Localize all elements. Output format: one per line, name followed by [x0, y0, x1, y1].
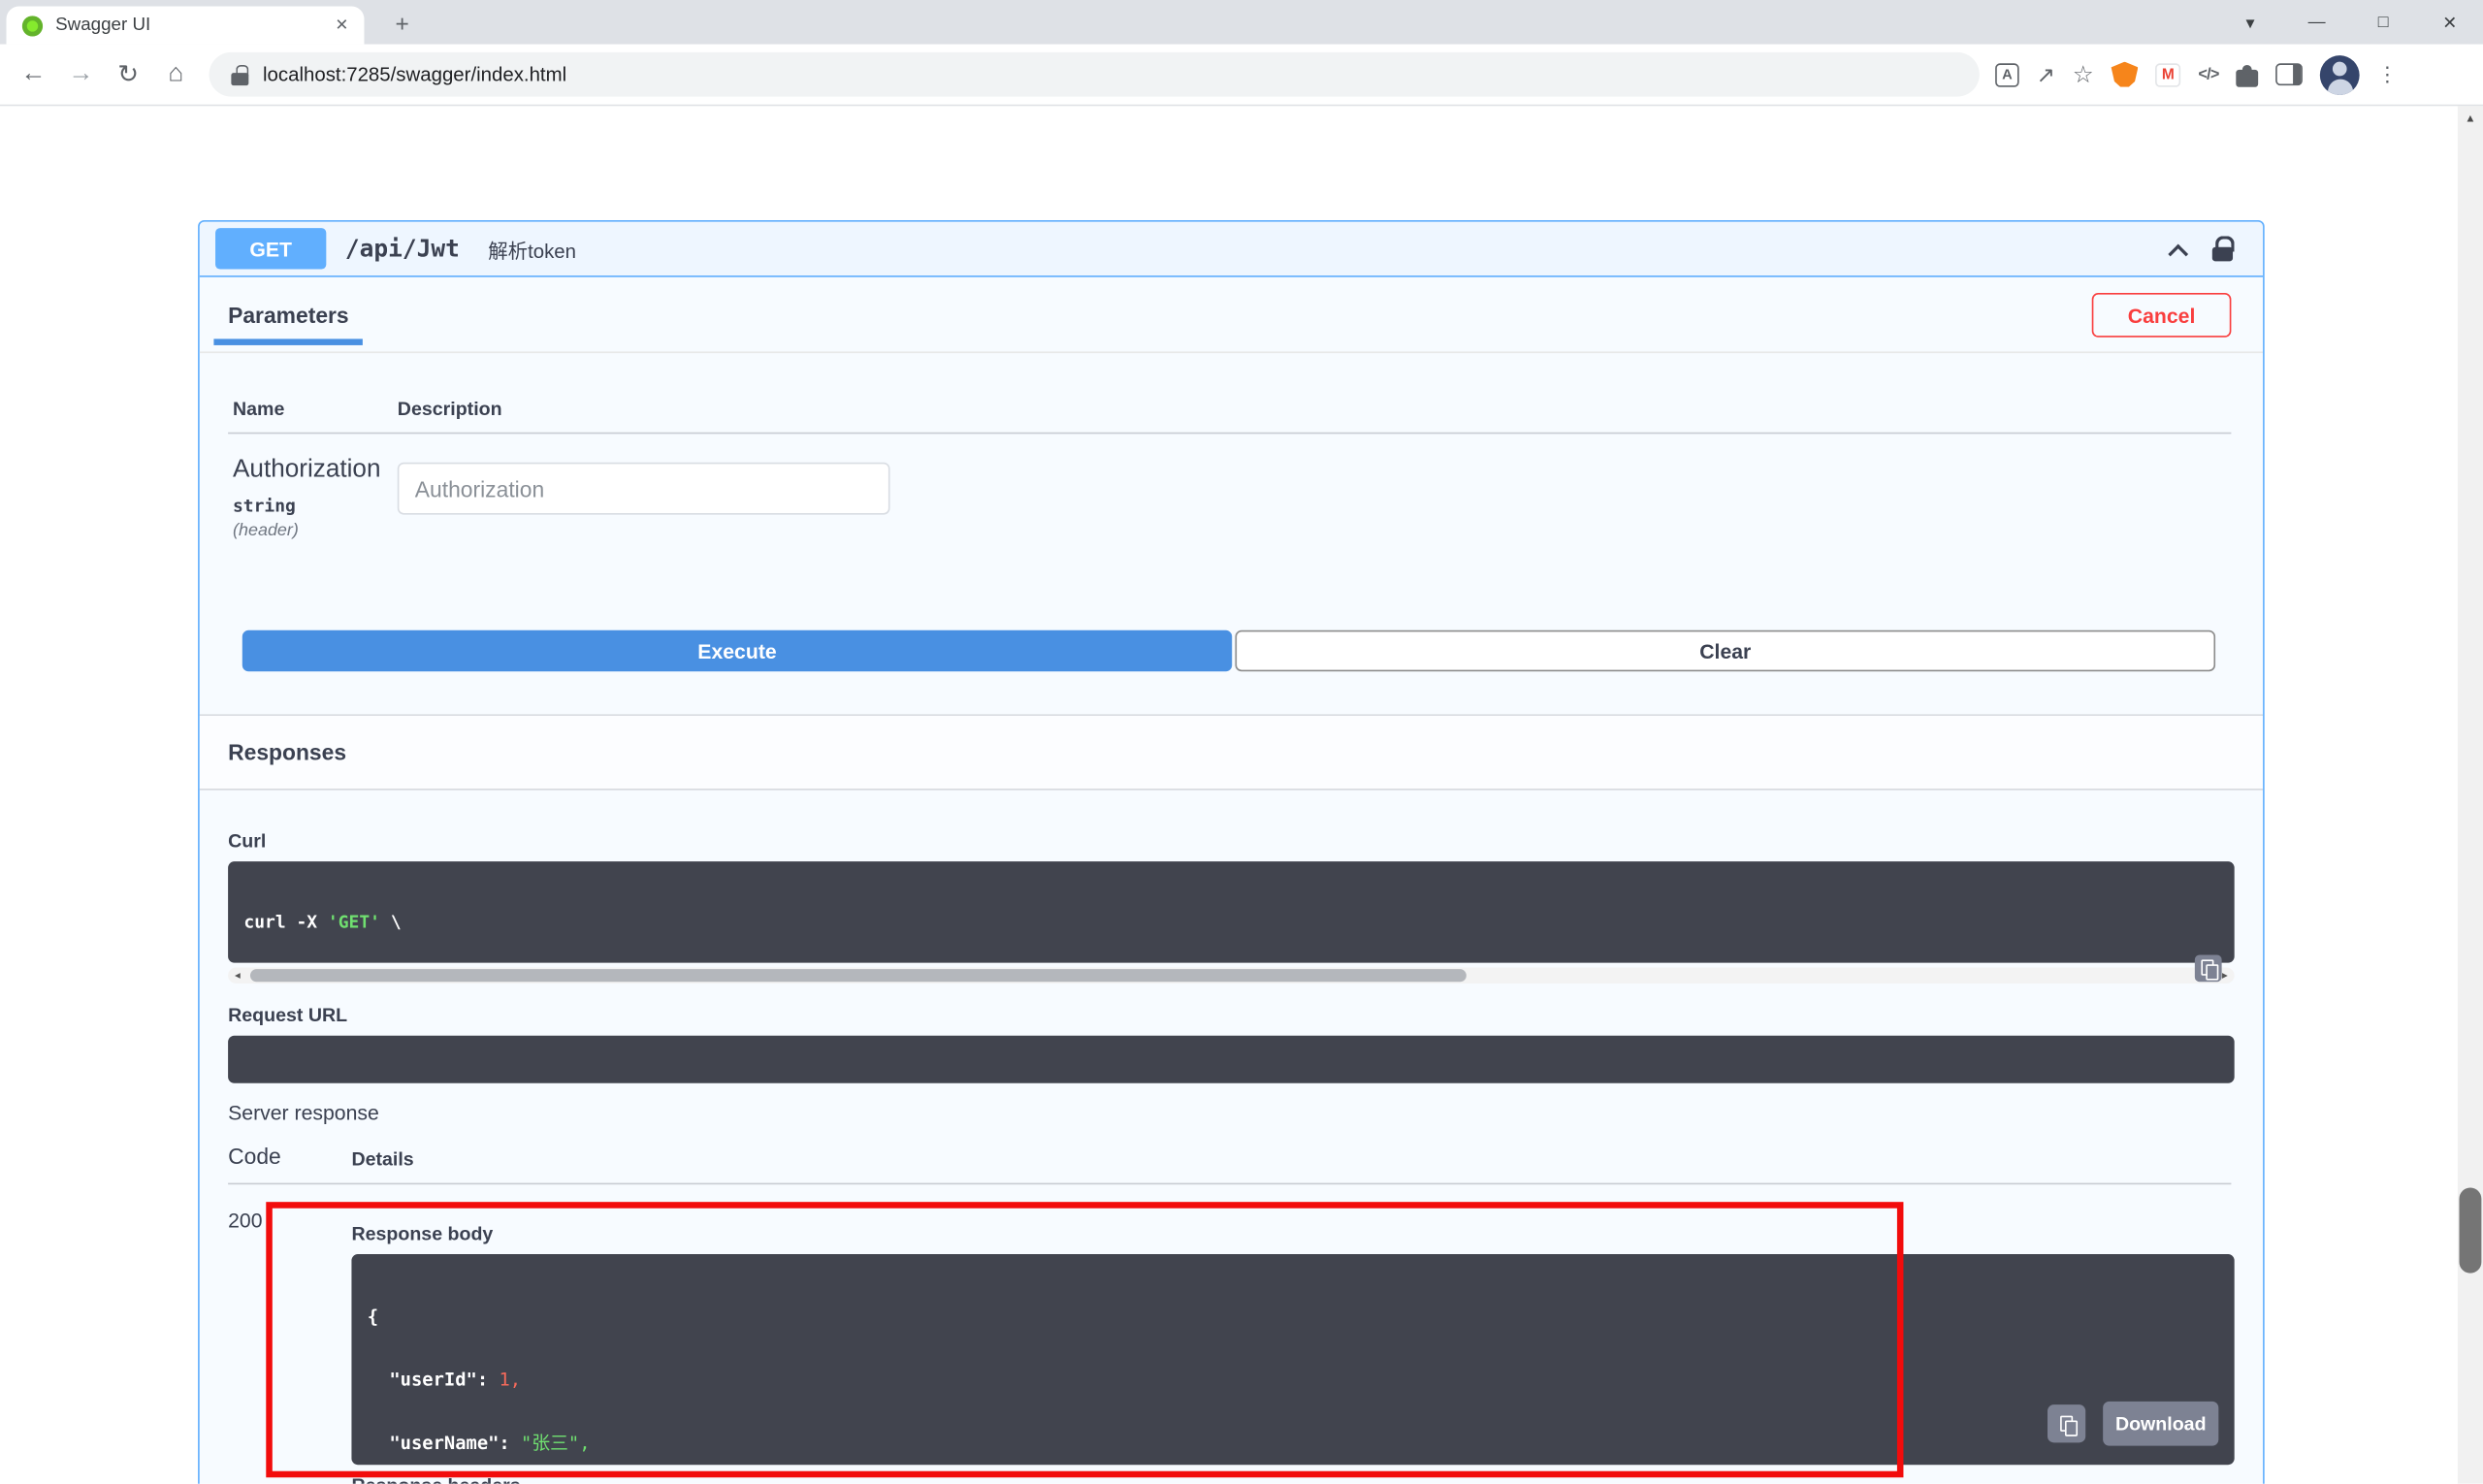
- scroll-left-icon[interactable]: ◂: [230, 968, 245, 984]
- divider: [199, 351, 2264, 354]
- request-url-label: Request URL: [228, 1004, 348, 1026]
- swagger-page: GET /api/Jwt 解析token Parameters Cancel N…: [0, 106, 2483, 1484]
- status-code: 200: [228, 1208, 263, 1233]
- endpoint-path: /api/Jwt: [344, 234, 460, 264]
- column-header-description: Description: [397, 397, 502, 420]
- tab-title: Swagger UI: [55, 16, 151, 35]
- responses-title: Responses: [228, 739, 347, 765]
- tab-strip: Swagger UI ✕ + ▾ — □ ✕: [0, 0, 2483, 45]
- page-vertical-scrollbar[interactable]: ▲: [2457, 106, 2483, 1484]
- url-text[interactable]: localhost:7285/swagger/index.html: [263, 63, 566, 85]
- responses-section-header: Responses: [199, 714, 2264, 790]
- scroll-up-icon[interactable]: ▲: [2458, 110, 2483, 129]
- opblock-get-api-jwt: GET /api/Jwt 解析token Parameters Cancel N…: [198, 219, 2265, 1484]
- new-tab-button[interactable]: +: [383, 8, 421, 40]
- minimize-icon[interactable]: —: [2283, 0, 2350, 45]
- copy-curl-button[interactable]: [2194, 954, 2222, 983]
- browser-menu-icon[interactable]: ⋮: [2377, 62, 2398, 87]
- code-extension-icon[interactable]: </>: [2198, 66, 2219, 83]
- metamask-icon[interactable]: [2111, 61, 2139, 87]
- copy-icon: [2201, 959, 2219, 981]
- download-button[interactable]: Download: [2103, 1401, 2219, 1446]
- divider: [228, 432, 2232, 435]
- translate-icon[interactable]: A: [1995, 62, 2019, 86]
- swagger-favicon-icon: [21, 15, 44, 36]
- share-icon[interactable]: ↗: [2037, 61, 2055, 88]
- toolbar-extensions: A ↗ ☆ M </> ⋮: [1995, 54, 2398, 95]
- curl-horizontal-scrollbar[interactable]: ◂ ▸: [228, 967, 2235, 984]
- maximize-icon[interactable]: □: [2350, 0, 2417, 45]
- curl-code-block: curl -X 'GET' \ 'https://localhost:7285/…: [228, 861, 2235, 963]
- forward-icon[interactable]: →: [57, 50, 105, 98]
- param-location: (header): [232, 521, 299, 540]
- copy-icon: [2059, 1414, 2078, 1436]
- screenshot-root: Swagger UI ✕ + ▾ — □ ✕ ← → ↻ ⌂ localhost…: [0, 0, 2483, 1484]
- response-body-label: Response body: [351, 1222, 494, 1245]
- details-column-header: Details: [351, 1147, 414, 1171]
- window-controls: ▾ — □ ✕: [2217, 0, 2483, 45]
- opblock-summary[interactable]: GET /api/Jwt 解析token: [199, 221, 2264, 277]
- json-line: "userId": 1,: [367, 1368, 522, 1391]
- column-header-name: Name: [232, 397, 285, 420]
- execute-button[interactable]: Execute: [242, 629, 1233, 672]
- response-body-block: { "userId": 1, "userName": "张三", "issuer…: [351, 1254, 2235, 1466]
- endpoint-summary: 解析token: [488, 240, 577, 263]
- json-line: {: [367, 1305, 379, 1327]
- home-icon[interactable]: ⌂: [152, 50, 200, 98]
- close-window-icon[interactable]: ✕: [2416, 0, 2483, 45]
- browser-toolbar: ← → ↻ ⌂ localhost:7285/swagger/index.htm…: [0, 44, 2483, 107]
- param-name: Authorization: [232, 456, 381, 483]
- bookmark-star-icon[interactable]: ☆: [2073, 60, 2094, 89]
- tab-search-icon[interactable]: ▾: [2217, 0, 2284, 45]
- cancel-button[interactable]: Cancel: [2091, 293, 2232, 338]
- clear-button[interactable]: Clear: [1235, 629, 2216, 672]
- authorization-input[interactable]: [397, 462, 890, 515]
- response-headers-label: Response headers: [351, 1474, 520, 1484]
- tab-parameters[interactable]: Parameters: [213, 303, 364, 345]
- reload-icon[interactable]: ↻: [105, 50, 152, 98]
- url-bar[interactable]: localhost:7285/swagger/index.html: [209, 51, 1980, 97]
- http-method-badge: GET: [215, 228, 327, 270]
- curl-label: Curl: [228, 829, 267, 853]
- vertical-scrollbar-thumb[interactable]: [2459, 1187, 2482, 1274]
- copy-response-button[interactable]: [2048, 1404, 2086, 1443]
- extensions-puzzle-icon[interactable]: [2236, 64, 2259, 87]
- collapse-chevron-icon[interactable]: [2168, 242, 2189, 264]
- server-response-label: Server response: [228, 1100, 379, 1125]
- browser-tab[interactable]: Swagger UI ✕: [6, 6, 365, 45]
- request-url-block: https://localhost:7285/api/Jwt: [228, 1035, 2235, 1083]
- param-type: string: [232, 496, 296, 517]
- close-tab-icon[interactable]: ✕: [332, 14, 351, 37]
- divider: [228, 1182, 2232, 1185]
- authorize-lock-icon[interactable]: [2210, 235, 2235, 262]
- horizontal-scrollbar-thumb[interactable]: [249, 969, 1467, 983]
- gmail-icon[interactable]: M: [2155, 62, 2181, 86]
- curl-line: curl -X 'GET' \: [243, 912, 402, 933]
- code-column-header: Code: [228, 1143, 281, 1169]
- json-line: "userName": "张三",: [367, 1432, 591, 1455]
- back-icon[interactable]: ←: [10, 50, 57, 98]
- secure-lock-icon[interactable]: [231, 64, 249, 85]
- profile-avatar[interactable]: [2320, 54, 2360, 95]
- side-panel-icon[interactable]: [2275, 63, 2304, 86]
